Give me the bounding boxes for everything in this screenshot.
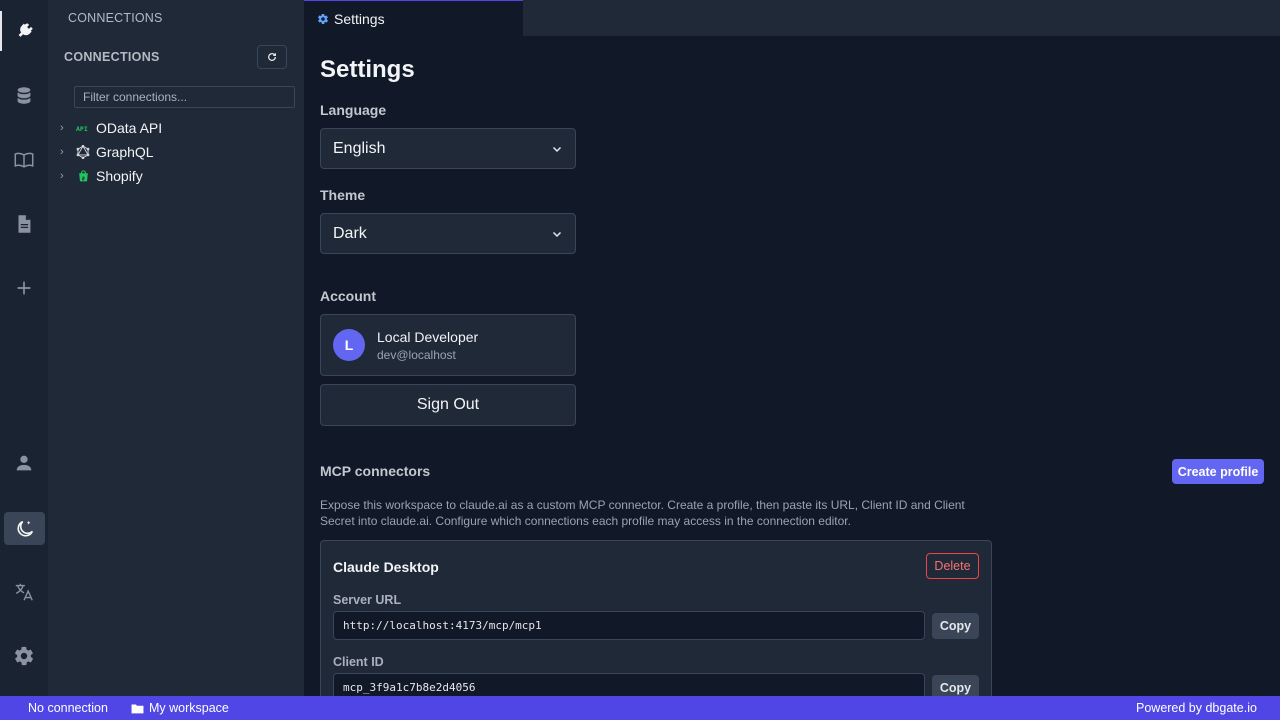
theme-label: Theme bbox=[320, 187, 366, 203]
chevron-right-icon[interactable]: › bbox=[60, 146, 70, 158]
chevron-right-icon[interactable]: › bbox=[60, 170, 70, 182]
translate-icon[interactable] bbox=[0, 572, 48, 612]
database-icon[interactable] bbox=[0, 76, 48, 116]
api-icon: API bbox=[76, 121, 90, 135]
theme-select[interactable]: Dark bbox=[320, 213, 576, 254]
connection-item-graphql[interactable]: › GraphQL bbox=[60, 141, 154, 163]
user-icon[interactable] bbox=[0, 443, 48, 483]
copy-server-url-button[interactable]: Copy bbox=[932, 613, 979, 639]
connection-label: Shopify bbox=[96, 168, 143, 184]
chevron-down-icon bbox=[551, 228, 563, 240]
gear-icon bbox=[318, 13, 328, 24]
shopify-icon bbox=[76, 169, 90, 183]
account-name: Local Developer bbox=[377, 329, 479, 345]
workspace-label: My workspace bbox=[149, 701, 229, 715]
file-icon[interactable] bbox=[0, 204, 48, 244]
connection-label: GraphQL bbox=[96, 144, 154, 160]
page-title: Settings bbox=[320, 56, 415, 83]
language-select[interactable]: English bbox=[320, 128, 576, 169]
add-icon[interactable] bbox=[0, 268, 48, 308]
theme-value: Dark bbox=[333, 224, 367, 242]
language-value: English bbox=[333, 139, 386, 157]
language-label: Language bbox=[320, 102, 387, 118]
connections-plug-icon[interactable] bbox=[0, 11, 48, 51]
sidebar-title: CONNECTIONS bbox=[68, 11, 163, 25]
account-label: Account bbox=[320, 288, 376, 304]
chevron-down-icon bbox=[551, 143, 563, 155]
chevron-right-icon[interactable]: › bbox=[60, 122, 70, 134]
copy-client-id-button[interactable]: Copy bbox=[932, 675, 979, 696]
client-id-field[interactable]: mcp_3f9a1c7b8e2d4056 bbox=[333, 673, 925, 696]
settings-page: Settings Language English Theme Dark Acc… bbox=[304, 36, 1280, 696]
tab-label: Settings bbox=[334, 10, 385, 27]
connection-status[interactable]: No connection bbox=[28, 696, 108, 720]
profile-name: Claude Desktop bbox=[333, 559, 439, 575]
avatar: L bbox=[333, 329, 365, 361]
book-icon[interactable] bbox=[0, 140, 48, 180]
server-url-label: Server URL bbox=[333, 593, 402, 607]
tab-bar: Settings bbox=[304, 0, 1280, 36]
svg-text:API: API bbox=[76, 125, 88, 133]
account-email: dev@localhost bbox=[377, 348, 456, 362]
settings-gear-icon[interactable] bbox=[0, 636, 48, 676]
mcp-connectors-title: MCP connectors bbox=[320, 463, 431, 479]
status-bar: No connection My workspace Powered by db… bbox=[0, 696, 1280, 720]
create-profile-button[interactable]: Create profile bbox=[1172, 459, 1264, 484]
connection-item-odata[interactable]: › API OData API bbox=[60, 117, 162, 139]
delete-profile-button[interactable]: Delete bbox=[926, 553, 979, 579]
server-url-field[interactable]: http://localhost:4173/mcp/mcp1 bbox=[333, 611, 925, 640]
powered-by-link[interactable]: Powered by dbgate.io bbox=[1136, 696, 1257, 720]
activity-bar bbox=[0, 0, 48, 696]
mcp-profile-card: Claude Desktop Delete Server URL http://… bbox=[320, 540, 992, 696]
account-card: L Local Developer dev@localhost bbox=[320, 314, 576, 376]
connection-label: OData API bbox=[96, 120, 163, 136]
connection-item-shopify[interactable]: › Shopify bbox=[60, 165, 143, 187]
connections-header: CONNECTIONS bbox=[64, 50, 160, 64]
filter-connections-input[interactable] bbox=[74, 86, 295, 108]
folder-icon bbox=[131, 703, 144, 714]
connections-sidebar: CONNECTIONS CONNECTIONS › API OData API … bbox=[48, 0, 304, 696]
tab-settings[interactable]: Settings bbox=[304, 0, 523, 36]
client-id-label: Client ID bbox=[333, 655, 384, 669]
workspace-status[interactable]: My workspace bbox=[131, 696, 229, 720]
refresh-icon bbox=[268, 53, 276, 61]
refresh-button[interactable] bbox=[257, 45, 287, 69]
graphql-icon bbox=[76, 145, 90, 159]
sign-out-button[interactable]: Sign Out bbox=[320, 384, 576, 426]
theme-moon-icon[interactable] bbox=[4, 512, 45, 545]
mcp-description: Expose this workspace to claude.ai as a … bbox=[320, 498, 965, 528]
